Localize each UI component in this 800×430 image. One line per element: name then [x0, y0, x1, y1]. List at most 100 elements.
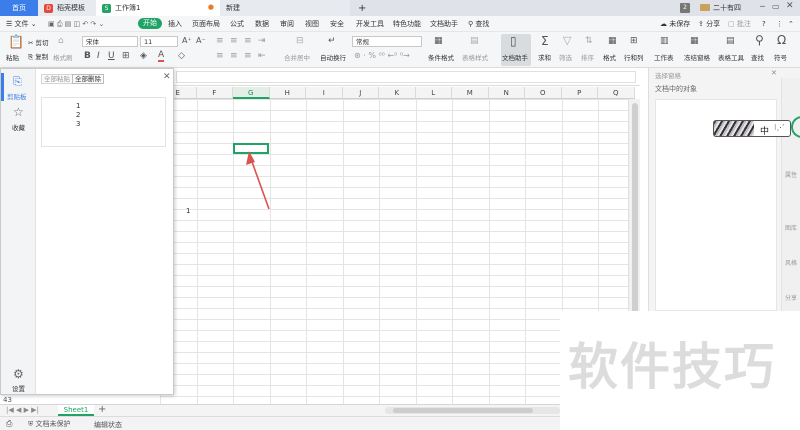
paste-icon[interactable]: 📋	[8, 36, 24, 50]
user-name[interactable]: 二十有四	[713, 3, 741, 13]
merge-center-button[interactable]: 合并居中	[284, 52, 310, 62]
table-tools-button[interactable]: 表格工具	[718, 52, 744, 62]
menu-file[interactable]: ☰ 文件 ⌄	[6, 16, 37, 32]
clipboard-item[interactable]: 1 2 3	[41, 97, 166, 147]
paste-button[interactable]: 粘贴	[6, 52, 19, 62]
column-header-q[interactable]: Q	[598, 87, 635, 99]
more-menu-icon[interactable]: ⋮	[776, 16, 783, 32]
column-header-l[interactable]: L	[415, 87, 452, 99]
menu-search[interactable]: ⚲ 查找	[468, 16, 489, 32]
fill-color-icon[interactable]: ◈	[140, 51, 147, 61]
star-icon[interactable]: ☆	[13, 105, 24, 119]
bold-icon[interactable]: B	[84, 51, 91, 61]
menu-data[interactable]: 数据	[255, 16, 269, 32]
tab-workbook[interactable]: S 工作簿1 ●	[96, 0, 220, 16]
vertical-scroll-thumb[interactable]	[632, 103, 638, 333]
side-attributes[interactable]: 属性	[785, 170, 797, 179]
close-pane-icon[interactable]: ✕	[771, 69, 777, 77]
horizontal-scrollbar[interactable]	[385, 407, 560, 414]
menu-dev-tools[interactable]: 开发工具	[356, 16, 384, 32]
minimize-icon[interactable]: ─	[760, 2, 765, 11]
italic-icon[interactable]: I	[97, 51, 100, 61]
column-header-p[interactable]: P	[561, 87, 598, 99]
format-button[interactable]: 格式	[603, 52, 616, 62]
border-icon[interactable]: ⊞	[122, 51, 130, 61]
column-header-f[interactable]: F	[196, 87, 233, 99]
menu-view[interactable]: 视图	[305, 16, 319, 32]
font-name-select[interactable]: 宋体	[82, 36, 138, 47]
find-button[interactable]: 查找	[751, 52, 764, 62]
column-header-m[interactable]: M	[452, 87, 489, 99]
distribute-icon[interactable]: ⇤	[258, 51, 266, 61]
underline-icon[interactable]: U	[108, 51, 115, 61]
side-style[interactable]: 风格	[785, 258, 797, 267]
format-painter-button[interactable]: 格式刷	[53, 52, 73, 62]
indent-icon[interactable]: ⇥	[258, 36, 266, 46]
help-button[interactable]: ?	[762, 16, 766, 32]
filter-button[interactable]: 筛选	[559, 52, 572, 62]
column-header-i[interactable]: I	[306, 87, 343, 99]
font-grow-icon[interactable]: A⁺	[182, 36, 192, 46]
menu-page-layout[interactable]: 页面布局	[192, 16, 220, 32]
protection-status[interactable]: ⛨ 文档未保护	[28, 419, 70, 429]
horizontal-scroll-thumb[interactable]	[393, 408, 533, 413]
menu-start[interactable]: 开始	[138, 18, 162, 29]
macro-icon[interactable]: ⎙	[6, 419, 12, 429]
cond-format-button[interactable]: 条件格式	[428, 52, 454, 62]
add-sheet-button[interactable]: +	[98, 404, 106, 415]
menu-review[interactable]: 审阅	[280, 16, 294, 32]
wrap-button[interactable]: 自动换行	[320, 52, 346, 62]
sheet-tab[interactable]: Sheet1	[58, 405, 94, 416]
tab-home[interactable]: 首页	[0, 0, 38, 16]
number-format-icons[interactable]: ⊛ · % ⁰⁰ ←⁰ ⁰→	[354, 51, 410, 61]
quick-access-toolbar[interactable]: ▣ ⎙ ▤ ◫ ↶ ↷ ⌄	[48, 16, 104, 32]
annotate-button[interactable]: ▢ 批注	[728, 16, 751, 32]
gear-icon[interactable]: ⚙	[13, 367, 24, 381]
side-favorites-label[interactable]: 收藏	[12, 122, 25, 132]
side-share[interactable]: 分享	[785, 293, 797, 302]
menu-special[interactable]: 特色功能	[393, 16, 421, 32]
avatar[interactable]	[700, 4, 710, 11]
unsaved-indicator[interactable]: ☁ 未保存	[660, 16, 690, 32]
column-header-k[interactable]: K	[379, 87, 416, 99]
menu-doc-assistant[interactable]: 文档助手	[430, 16, 458, 32]
cell-value[interactable]: 1	[186, 207, 190, 215]
font-shrink-icon[interactable]: A⁻	[196, 36, 206, 46]
clear-format-icon[interactable]: ◇	[178, 51, 185, 61]
tab-templates[interactable]: D 稻壳模板	[38, 0, 96, 16]
freeze-button[interactable]: 冻结窗格	[684, 52, 710, 62]
paste-all-button[interactable]: 全部粘贴	[41, 74, 73, 84]
side-clipboard-label[interactable]: 剪贴板	[7, 91, 27, 101]
table-style-button[interactable]: 表格样式	[462, 52, 488, 62]
column-header-h[interactable]: H	[269, 87, 306, 99]
sheet-nav-icons[interactable]: |◀ ◀ ▶ ▶|	[6, 406, 39, 414]
side-image[interactable]: 图库	[785, 223, 797, 232]
share-button[interactable]: ⇪ 分享	[698, 16, 720, 32]
page-count-badge[interactable]: 2	[680, 3, 690, 13]
column-header-n[interactable]: N	[488, 87, 525, 99]
column-header-o[interactable]: O	[525, 87, 562, 99]
menu-security[interactable]: 安全	[330, 16, 344, 32]
formula-input[interactable]	[176, 71, 636, 83]
sum-button[interactable]: 求和	[538, 52, 551, 62]
align-bottom-icon[interactable]: ≡	[244, 36, 252, 46]
cut-button[interactable]: ✂ 剪切	[28, 37, 49, 47]
close-tab-icon[interactable]: ●	[208, 3, 214, 11]
clipboard-icon[interactable]: ⎘	[13, 75, 22, 89]
menu-formula[interactable]: 公式	[230, 16, 244, 32]
font-size-select[interactable]: 11	[140, 36, 178, 47]
align-left-icon[interactable]: ≡	[216, 51, 224, 61]
close-panel-icon[interactable]: ✕	[163, 72, 171, 82]
clear-all-button[interactable]: 全部删除	[72, 74, 104, 84]
number-format-select[interactable]: 常规	[352, 36, 422, 47]
align-center-icon[interactable]: ≡	[230, 51, 238, 61]
column-header-j[interactable]: J	[342, 87, 379, 99]
add-tab-button[interactable]: +	[352, 0, 366, 16]
align-right-icon[interactable]: ≡	[244, 51, 252, 61]
floating-ime-bar[interactable]: 中 ⁝⋰	[713, 120, 791, 137]
tab-new[interactable]: 新建	[220, 0, 350, 16]
worksheet-button[interactable]: 工作表	[654, 52, 674, 62]
align-middle-icon[interactable]: ≡	[230, 36, 238, 46]
sort-button[interactable]: 排序	[581, 52, 594, 62]
doc-assistant-button[interactable]: 文档助手	[502, 52, 528, 62]
